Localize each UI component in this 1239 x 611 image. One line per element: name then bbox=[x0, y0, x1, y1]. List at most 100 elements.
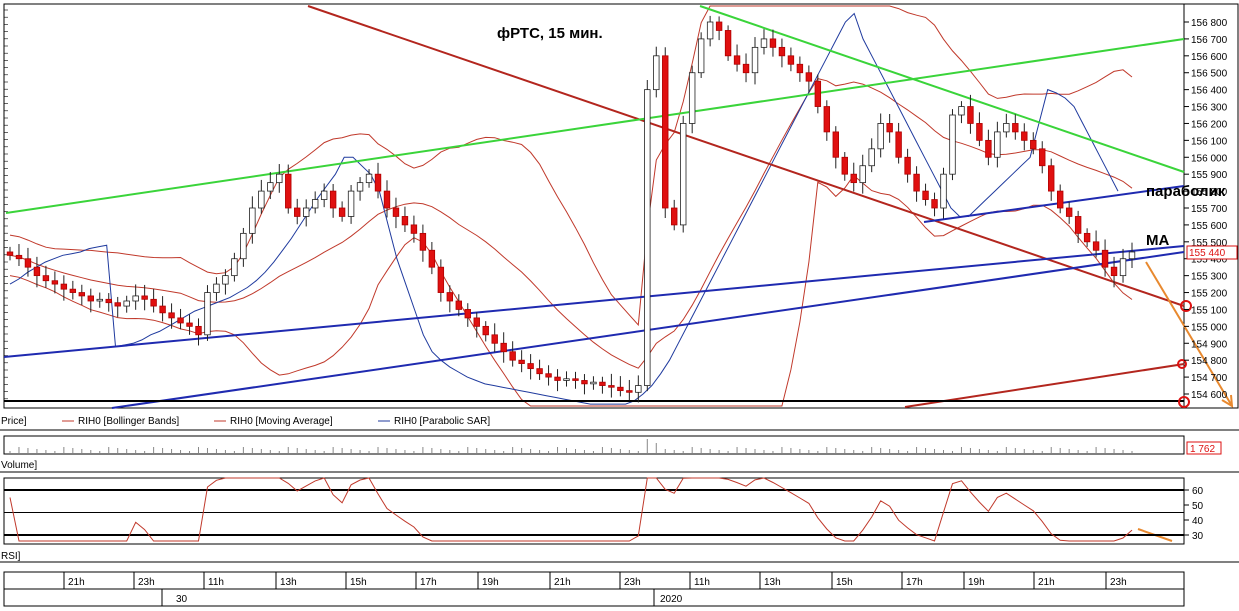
time-tick-label: 15h bbox=[836, 577, 853, 588]
time-tick-label: 21h bbox=[1038, 577, 1055, 588]
candle-up bbox=[267, 182, 274, 192]
candle-down bbox=[383, 190, 391, 209]
price-tick-label: 155 900 bbox=[1191, 170, 1228, 181]
annotation-ma: MA bbox=[1146, 232, 1169, 249]
candle-down bbox=[1110, 266, 1118, 277]
legend-sar: RIH0 [Parabolic SAR] bbox=[394, 416, 490, 427]
price-tick-label: 156 800 bbox=[1191, 18, 1228, 29]
time-tick-label: 17h bbox=[420, 577, 437, 588]
time-tick-label: 15h bbox=[350, 577, 367, 588]
rsi-tick-label: 40 bbox=[1192, 516, 1204, 527]
candle-up bbox=[365, 173, 373, 184]
candle-down bbox=[742, 63, 750, 74]
bollinger-bands bbox=[9, 5, 1133, 407]
candle-up bbox=[1128, 251, 1136, 260]
rsi-levels bbox=[4, 489, 1184, 536]
candlestick-series bbox=[6, 15, 1136, 403]
candle-up bbox=[311, 199, 319, 209]
candle-down bbox=[1056, 190, 1064, 209]
candle-down bbox=[24, 258, 32, 268]
price-tick-label: 156 200 bbox=[1191, 119, 1228, 130]
candle-up bbox=[940, 173, 947, 209]
candle-down bbox=[823, 106, 831, 133]
candle-down bbox=[374, 173, 382, 192]
candle-down bbox=[1030, 139, 1037, 150]
rsi-tick-label: 50 bbox=[1192, 501, 1204, 512]
candle-up bbox=[644, 89, 651, 386]
candle-down bbox=[904, 156, 911, 175]
candle-up bbox=[751, 46, 759, 74]
rsi-axis-ticks: 60 50 40 30 bbox=[1184, 486, 1204, 542]
channel-blue-upper bbox=[3, 245, 1185, 358]
candle-down bbox=[285, 173, 292, 209]
day-tick-label: 30 bbox=[176, 594, 188, 605]
candle-down bbox=[437, 266, 445, 293]
candle-down bbox=[1012, 123, 1019, 133]
candle-down bbox=[886, 123, 893, 133]
price-tick-label: 156 000 bbox=[1191, 153, 1228, 164]
candle-down bbox=[446, 292, 454, 302]
candle-down bbox=[177, 317, 184, 324]
candle-down bbox=[410, 224, 418, 234]
candle-down bbox=[976, 123, 983, 141]
projection-arrow bbox=[1145, 261, 1233, 407]
time-tick-label: 21h bbox=[68, 577, 85, 588]
candle-down bbox=[814, 80, 822, 107]
volume-last-value: 1 762 bbox=[1190, 444, 1215, 455]
candle-up bbox=[590, 381, 597, 385]
candle-down bbox=[482, 325, 489, 336]
candle-down bbox=[608, 385, 615, 388]
rsi-tick-label: 60 bbox=[1192, 486, 1204, 497]
candle-up bbox=[96, 298, 103, 302]
candle-down bbox=[1039, 148, 1046, 167]
candle-down bbox=[168, 312, 175, 319]
candle-up bbox=[868, 148, 875, 167]
candle-up bbox=[222, 275, 229, 285]
candle-down bbox=[455, 300, 462, 310]
candle-down bbox=[473, 317, 480, 327]
last-price-label: 155 440 bbox=[1189, 248, 1226, 259]
candle-down bbox=[419, 232, 427, 251]
candle-up bbox=[994, 131, 1001, 158]
candle-down bbox=[500, 342, 507, 353]
candle-down bbox=[1021, 131, 1028, 141]
candle-down bbox=[464, 309, 471, 319]
candle-up bbox=[958, 106, 965, 116]
candle-up bbox=[347, 190, 355, 217]
rsi-line bbox=[9, 477, 1133, 542]
price-tick-label: 156 400 bbox=[1191, 86, 1228, 97]
candle-up bbox=[1003, 123, 1010, 133]
time-tick-label: 11h bbox=[694, 577, 710, 588]
price-tick-label: 154 800 bbox=[1191, 356, 1228, 367]
candle-down bbox=[1074, 216, 1082, 234]
volume-bars bbox=[9, 439, 1133, 453]
candle-down bbox=[294, 207, 301, 217]
candle-up bbox=[680, 123, 687, 226]
candle-up bbox=[320, 190, 328, 200]
candle-up bbox=[706, 21, 714, 40]
price-tick-label: 156 300 bbox=[1191, 103, 1228, 114]
rsi-tick-label: 30 bbox=[1192, 531, 1204, 542]
candle-down bbox=[509, 351, 516, 361]
legend-bollinger: RIH0 [Bollinger Bands] bbox=[78, 416, 179, 427]
candle-down bbox=[724, 30, 732, 57]
time-tick-label: 17h bbox=[906, 577, 923, 588]
candle-down bbox=[527, 363, 534, 370]
candle-down bbox=[491, 334, 498, 344]
candle-down bbox=[15, 254, 23, 260]
candle-up bbox=[653, 55, 660, 91]
candle-down bbox=[733, 55, 741, 65]
candle-up bbox=[859, 165, 866, 184]
candle-down bbox=[536, 368, 543, 375]
candle-up bbox=[563, 378, 570, 381]
day-tick-label: 2020 bbox=[660, 594, 683, 605]
candle-down bbox=[545, 373, 552, 378]
candle-down bbox=[42, 275, 50, 282]
time-tick-label: 13h bbox=[280, 577, 297, 588]
candle-down bbox=[141, 295, 148, 300]
candle-down bbox=[626, 390, 633, 393]
trendline-red-falling bbox=[307, 5, 1185, 307]
bollinger-upper bbox=[9, 5, 1133, 327]
price-tick-label: 154 700 bbox=[1191, 373, 1228, 384]
candle-up bbox=[231, 258, 238, 277]
